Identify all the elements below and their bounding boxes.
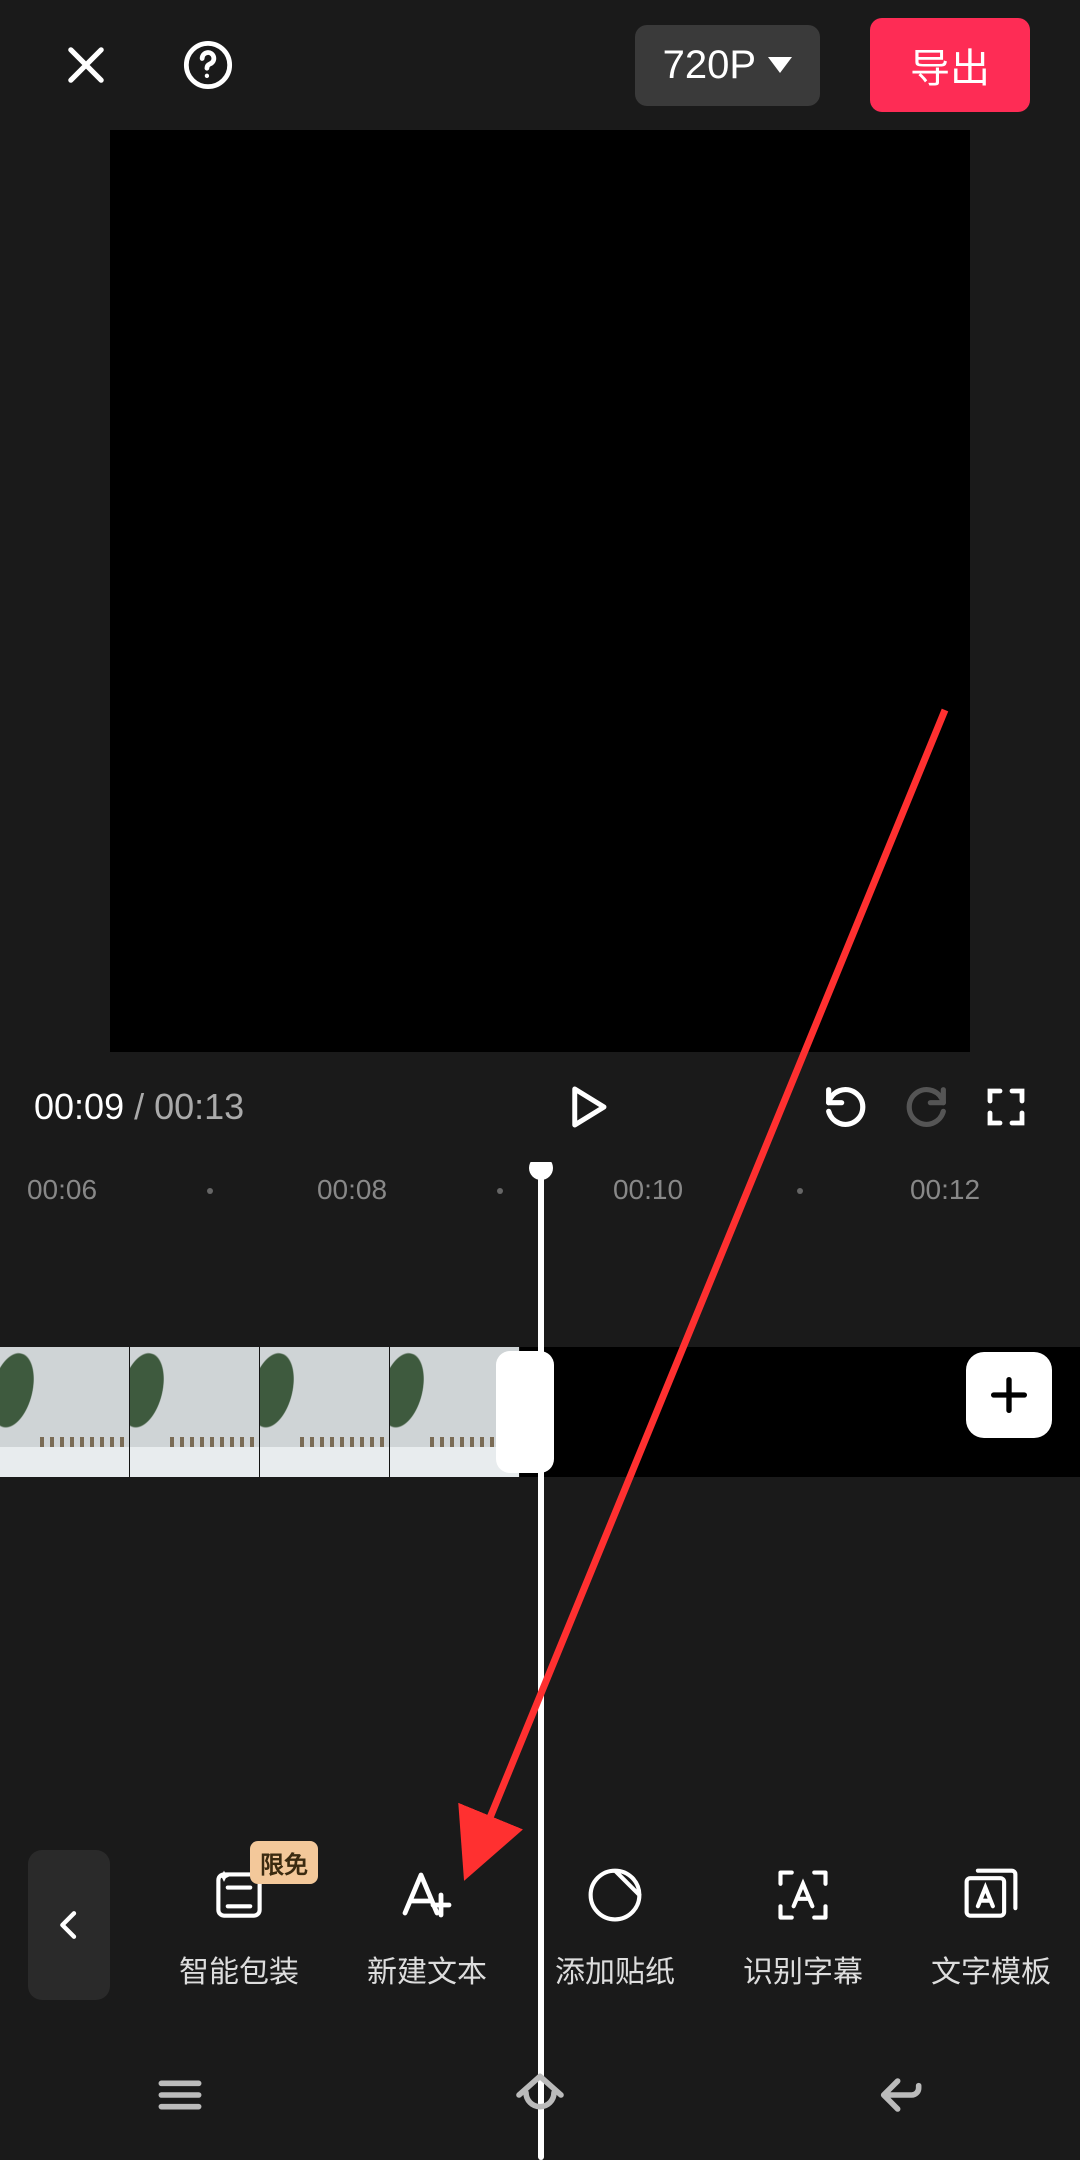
preview-container: [0, 130, 1080, 1052]
home-icon: [512, 2067, 568, 2123]
undo-icon: [820, 1081, 872, 1133]
tool-label: 添加贴纸: [555, 1947, 675, 1991]
tool-add-sticker[interactable]: 添加贴纸: [526, 1859, 704, 1991]
ruler-tick: 00:10: [613, 1174, 683, 1206]
video-preview[interactable]: [110, 130, 970, 1052]
tool-label: 文字模板: [931, 1947, 1051, 1991]
back-button[interactable]: [28, 1850, 110, 2000]
caret-down-icon: [768, 57, 792, 73]
nav-back-button[interactable]: [840, 2065, 960, 2125]
sticker-icon: [579, 1859, 651, 1931]
redo-icon: [900, 1081, 952, 1133]
tool-new-text[interactable]: 新建文本: [338, 1859, 516, 1991]
ruler-tick: 00:12: [910, 1174, 980, 1206]
clip-thumbnail: [260, 1347, 390, 1477]
system-nav-bar: [0, 2030, 1080, 2160]
export-label: 导出: [910, 47, 990, 91]
menu-icon: [152, 2067, 208, 2123]
tool-auto-caption[interactable]: 识别字幕: [714, 1859, 892, 1991]
tool-label: 识别字幕: [743, 1947, 863, 1991]
ruler-dot-icon: [797, 1188, 803, 1194]
ruler-tick: 00:08: [317, 1174, 387, 1206]
play-bar: 00:09 / 00:13: [0, 1052, 1080, 1162]
new-text-icon: [391, 1859, 463, 1931]
chevron-left-icon: [49, 1905, 89, 1945]
text-template-icon: [955, 1859, 1027, 1931]
ruler-dot-icon: [497, 1188, 503, 1194]
close-button[interactable]: [50, 29, 122, 101]
time-separator: /: [124, 1086, 154, 1127]
fullscreen-button[interactable]: [966, 1067, 1046, 1147]
clip-trim-handle[interactable]: [496, 1351, 554, 1473]
tool-label: 新建文本: [367, 1947, 487, 1991]
clip-thumbnails[interactable]: [0, 1347, 520, 1477]
tool-label: 智能包装: [179, 1947, 299, 1991]
resolution-label: 720P: [663, 43, 756, 88]
video-editor-screen: 720P 导出 00:09 / 00:13 00:06: [0, 0, 1080, 2160]
tool-smart-pack[interactable]: 限免 智能包装: [150, 1859, 328, 1991]
play-button[interactable]: [546, 1067, 626, 1147]
free-badge: 限免: [250, 1841, 318, 1884]
total-time: 00:13: [154, 1086, 244, 1127]
help-button[interactable]: [172, 29, 244, 101]
back-icon: [872, 2067, 928, 2123]
export-button[interactable]: 导出: [870, 18, 1030, 112]
clip-thumbnail: [130, 1347, 260, 1477]
help-icon: [182, 39, 234, 91]
current-time: 00:09: [34, 1086, 124, 1127]
bottom-toolbar: 限免 智能包装 新建文本 添加贴纸: [0, 1820, 1080, 2030]
redo-button[interactable]: [886, 1067, 966, 1147]
fullscreen-icon: [982, 1083, 1030, 1131]
add-clip-button[interactable]: [966, 1352, 1052, 1438]
play-icon: [559, 1080, 613, 1134]
ruler-dot-icon: [207, 1188, 213, 1194]
clip-thumbnail: [0, 1347, 130, 1477]
nav-home-button[interactable]: [480, 2065, 600, 2125]
tool-text-template[interactable]: 文字模板: [902, 1859, 1080, 1991]
ruler-tick: 00:06: [27, 1174, 97, 1206]
header: 720P 导出: [0, 0, 1080, 130]
close-icon: [60, 39, 112, 91]
undo-button[interactable]: [806, 1067, 886, 1147]
caption-icon: [767, 1859, 839, 1931]
nav-recent-button[interactable]: [120, 2065, 240, 2125]
resolution-selector[interactable]: 720P: [635, 25, 820, 106]
plus-icon: [986, 1372, 1032, 1418]
tool-list: 限免 智能包装 新建文本 添加贴纸: [150, 1859, 1080, 1991]
time-display: 00:09 / 00:13: [34, 1086, 244, 1128]
